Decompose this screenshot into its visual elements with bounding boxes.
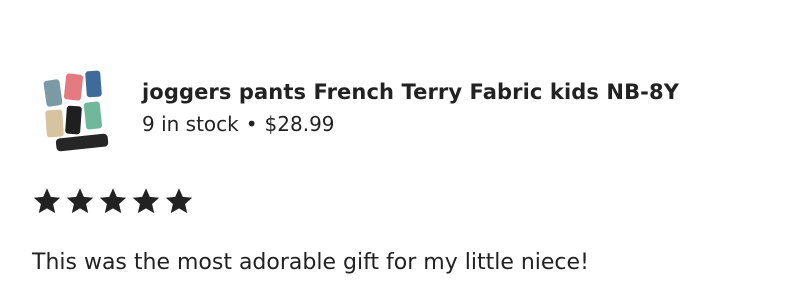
product-thumbnail[interactable] <box>36 66 118 154</box>
product-info: joggers pants French Terry Fabric kids N… <box>142 66 679 137</box>
product-meta: 9 in stock • $28.99 <box>142 111 679 137</box>
stock-count: 9 in stock <box>142 112 239 136</box>
star-icon <box>66 188 94 214</box>
product-thumbnail-image <box>43 70 109 152</box>
product-title[interactable]: joggers pants French Terry Fabric kids N… <box>142 78 679 106</box>
star-icon <box>132 188 160 214</box>
star-icon <box>165 188 193 214</box>
review-text: This was the most adorable gift for my l… <box>32 250 589 275</box>
star-icon <box>99 188 127 214</box>
product-summary: joggers pants French Terry Fabric kids N… <box>36 66 679 154</box>
star-icon <box>33 188 61 214</box>
star-rating <box>32 186 194 216</box>
meta-separator: • <box>245 112 258 136</box>
product-price: $28.99 <box>264 112 335 136</box>
